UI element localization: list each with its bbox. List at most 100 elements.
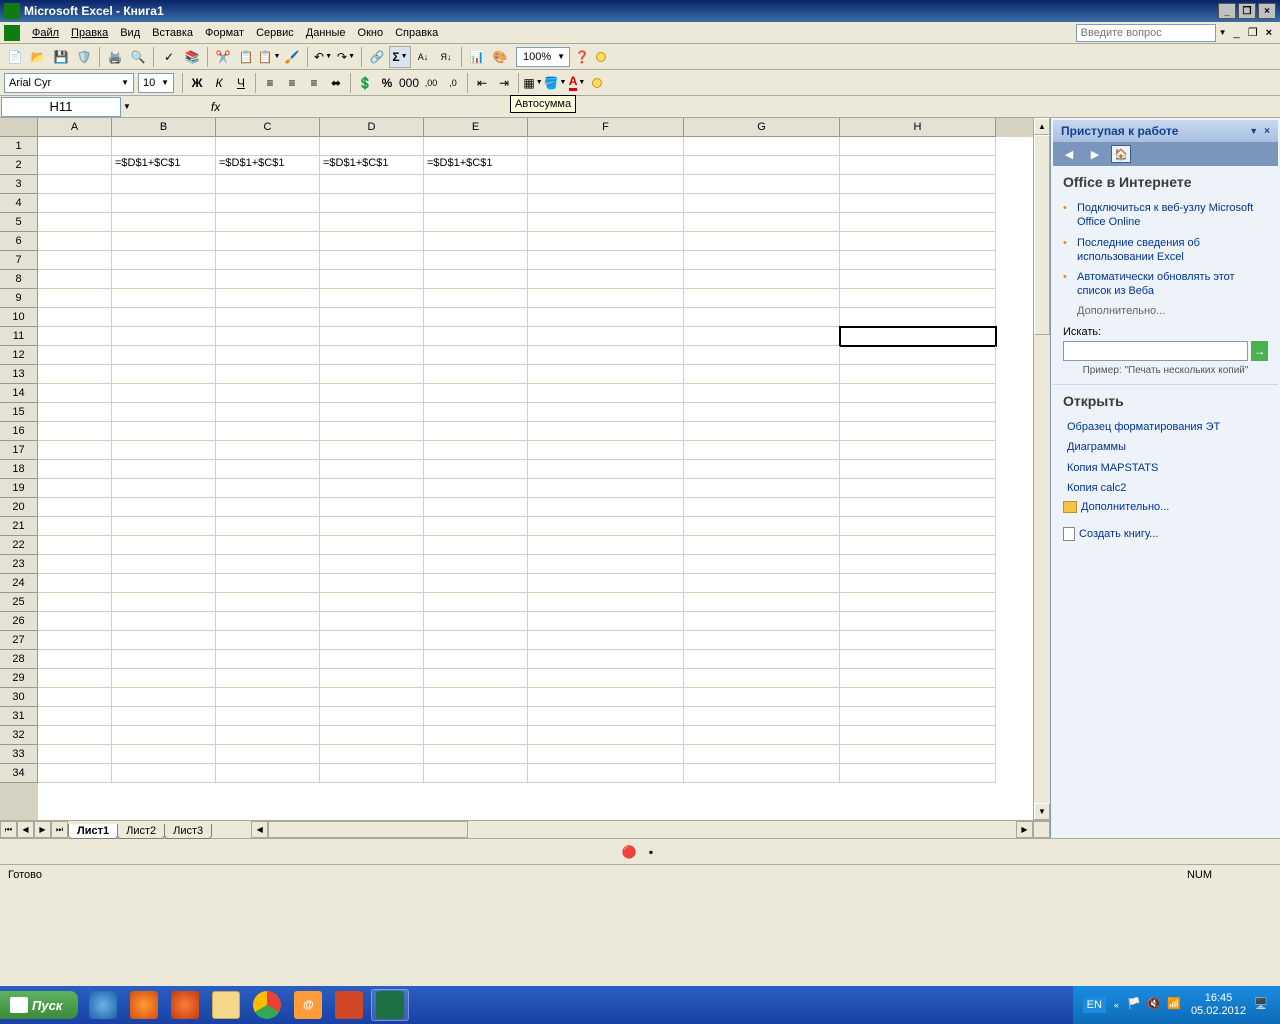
cell-G29[interactable] [684,669,840,688]
cell-B32[interactable] [112,726,216,745]
cell-H34[interactable] [840,764,996,783]
tray-clock[interactable]: 16:45 05.02.2012 [1191,992,1246,1018]
minimize-button[interactable]: _ [1218,3,1236,19]
cell-H18[interactable] [840,460,996,479]
row-header-29[interactable]: 29 [0,669,38,688]
copy-button[interactable]: 📋 [235,46,257,68]
cell-E30[interactable] [424,688,528,707]
cell-B34[interactable] [112,764,216,783]
cell-D9[interactable] [320,289,424,308]
taskpane-forward-icon[interactable]: ▶ [1085,145,1105,163]
row-header-6[interactable]: 6 [0,232,38,251]
cell-C23[interactable] [216,555,320,574]
cell-F26[interactable] [528,612,684,631]
cell-H6[interactable] [840,232,996,251]
row-header-13[interactable]: 13 [0,365,38,384]
cell-A15[interactable] [38,403,112,422]
tray-flag-icon[interactable]: 🏳️ [1127,997,1143,1013]
cell-C8[interactable] [216,270,320,289]
scroll-left-button[interactable]: ◀ [251,821,268,838]
cell-A21[interactable] [38,517,112,536]
cell-A27[interactable] [38,631,112,650]
cell-G32[interactable] [684,726,840,745]
vscroll-thumb[interactable] [1034,135,1050,335]
cell-C34[interactable] [216,764,320,783]
spelling-button[interactable]: ✓ [158,46,180,68]
cell-C16[interactable] [216,422,320,441]
cell-H5[interactable] [840,213,996,232]
cell-G15[interactable] [684,403,840,422]
cell-C32[interactable] [216,726,320,745]
cell-E8[interactable] [424,270,528,289]
open-button[interactable]: 📂 [27,46,49,68]
cell-F4[interactable] [528,194,684,213]
cell-D2[interactable]: =$D$1+$C$1 [320,156,424,175]
row-header-5[interactable]: 5 [0,213,38,232]
tp-recent-3[interactable]: Копия calc2 [1063,478,1268,499]
cell-F17[interactable] [528,441,684,460]
percent-button[interactable]: % [376,72,398,94]
cell-F16[interactable] [528,422,684,441]
cell-C18[interactable] [216,460,320,479]
cell-F8[interactable] [528,270,684,289]
cell-G14[interactable] [684,384,840,403]
tp-search-input[interactable] [1063,341,1248,361]
cell-D25[interactable] [320,593,424,612]
cell-C27[interactable] [216,631,320,650]
print-button[interactable]: 🖨️ [104,46,126,68]
drawing-button[interactable]: 🎨 [489,46,511,68]
sheet-prev-button[interactable]: ◀ [17,821,34,838]
cell-A31[interactable] [38,707,112,726]
cell-H33[interactable] [840,745,996,764]
taskpane-back-icon[interactable]: ◀ [1059,145,1079,163]
row-header-19[interactable]: 19 [0,479,38,498]
cell-F3[interactable] [528,175,684,194]
row-header-30[interactable]: 30 [0,688,38,707]
cell-C11[interactable] [216,327,320,346]
cell-B14[interactable] [112,384,216,403]
cell-H27[interactable] [840,631,996,650]
cell-A10[interactable] [38,308,112,327]
cell-B7[interactable] [112,251,216,270]
cell-D27[interactable] [320,631,424,650]
cell-G17[interactable] [684,441,840,460]
cell-D18[interactable] [320,460,424,479]
cell-E2[interactable]: =$D$1+$C$1 [424,156,528,175]
cell-H26[interactable] [840,612,996,631]
cell-G11[interactable] [684,327,840,346]
decrease-decimal-button[interactable]: ,0 [442,72,464,94]
cell-G1[interactable] [684,137,840,156]
cell-D11[interactable] [320,327,424,346]
cell-D32[interactable] [320,726,424,745]
tp-recent-0[interactable]: Образец форматирования ЭТ [1063,417,1268,438]
fx-icon[interactable]: fx [211,100,220,114]
cell-F5[interactable] [528,213,684,232]
row-header-15[interactable]: 15 [0,403,38,422]
taskbar-chrome-icon[interactable] [248,989,286,1021]
cell-F13[interactable] [528,365,684,384]
cell-F27[interactable] [528,631,684,650]
help-button[interactable]: ❓ [571,46,593,68]
cell-H23[interactable] [840,555,996,574]
cell-E21[interactable] [424,517,528,536]
cell-F7[interactable] [528,251,684,270]
cell-E27[interactable] [424,631,528,650]
cell-A3[interactable] [38,175,112,194]
research-button[interactable]: 📚 [181,46,203,68]
taskbar-explorer-icon[interactable] [207,989,245,1021]
row-header-7[interactable]: 7 [0,251,38,270]
cell-A19[interactable] [38,479,112,498]
cell-B28[interactable] [112,650,216,669]
cell-A32[interactable] [38,726,112,745]
cell-G6[interactable] [684,232,840,251]
menu-view[interactable]: Вид [114,25,146,41]
zoom-combo[interactable]: 100%▼ [516,47,570,67]
tray-network-icon[interactable]: 📶 [1167,997,1183,1013]
cell-A8[interactable] [38,270,112,289]
cell-B4[interactable] [112,194,216,213]
cell-C30[interactable] [216,688,320,707]
tp-create-book[interactable]: Создать книгу... [1063,525,1268,543]
cell-D13[interactable] [320,365,424,384]
row-header-20[interactable]: 20 [0,498,38,517]
cell-E25[interactable] [424,593,528,612]
